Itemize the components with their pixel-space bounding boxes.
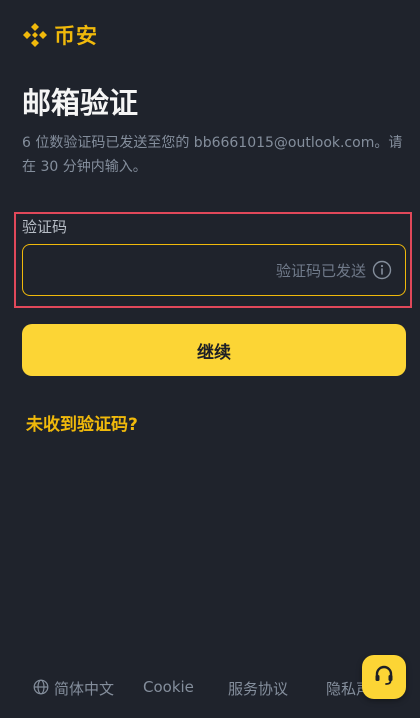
email-verification-page: 币安 邮箱验证 6 位数验证码已发送至您的 bb6661015@outlook.… bbox=[0, 0, 420, 718]
binance-logo-icon bbox=[22, 22, 48, 48]
code-field-label: 验证码 bbox=[22, 218, 68, 236]
verification-code-input[interactable] bbox=[23, 244, 276, 296]
footer: 简体中文 Cookie 服务协议 隐私声 bbox=[0, 668, 420, 708]
resend-code-link[interactable]: 未收到验证码? bbox=[26, 410, 138, 435]
code-sent-status: 验证码已发送 bbox=[275, 261, 366, 280]
globe-icon bbox=[33, 679, 49, 699]
cookie-link[interactable]: Cookie bbox=[143, 678, 194, 696]
language-selector[interactable]: 简体中文 bbox=[33, 678, 114, 699]
brand-name: 币安 bbox=[54, 24, 98, 48]
page-title: 邮箱验证 bbox=[22, 86, 139, 120]
code-input-container[interactable]: 验证码已发送 bbox=[22, 244, 406, 296]
support-chat-button[interactable] bbox=[362, 655, 406, 699]
brand-logo[interactable]: 币安 bbox=[22, 20, 98, 50]
terms-link[interactable]: 服务协议 bbox=[228, 678, 288, 699]
info-circle-icon[interactable] bbox=[372, 260, 392, 280]
headset-icon bbox=[372, 663, 396, 691]
language-label: 简体中文 bbox=[54, 680, 115, 698]
verification-description: 6 位数验证码已发送至您的 bb6661015@outlook.com。请在 3… bbox=[22, 135, 403, 175]
continue-button[interactable]: 继续 bbox=[22, 324, 406, 376]
